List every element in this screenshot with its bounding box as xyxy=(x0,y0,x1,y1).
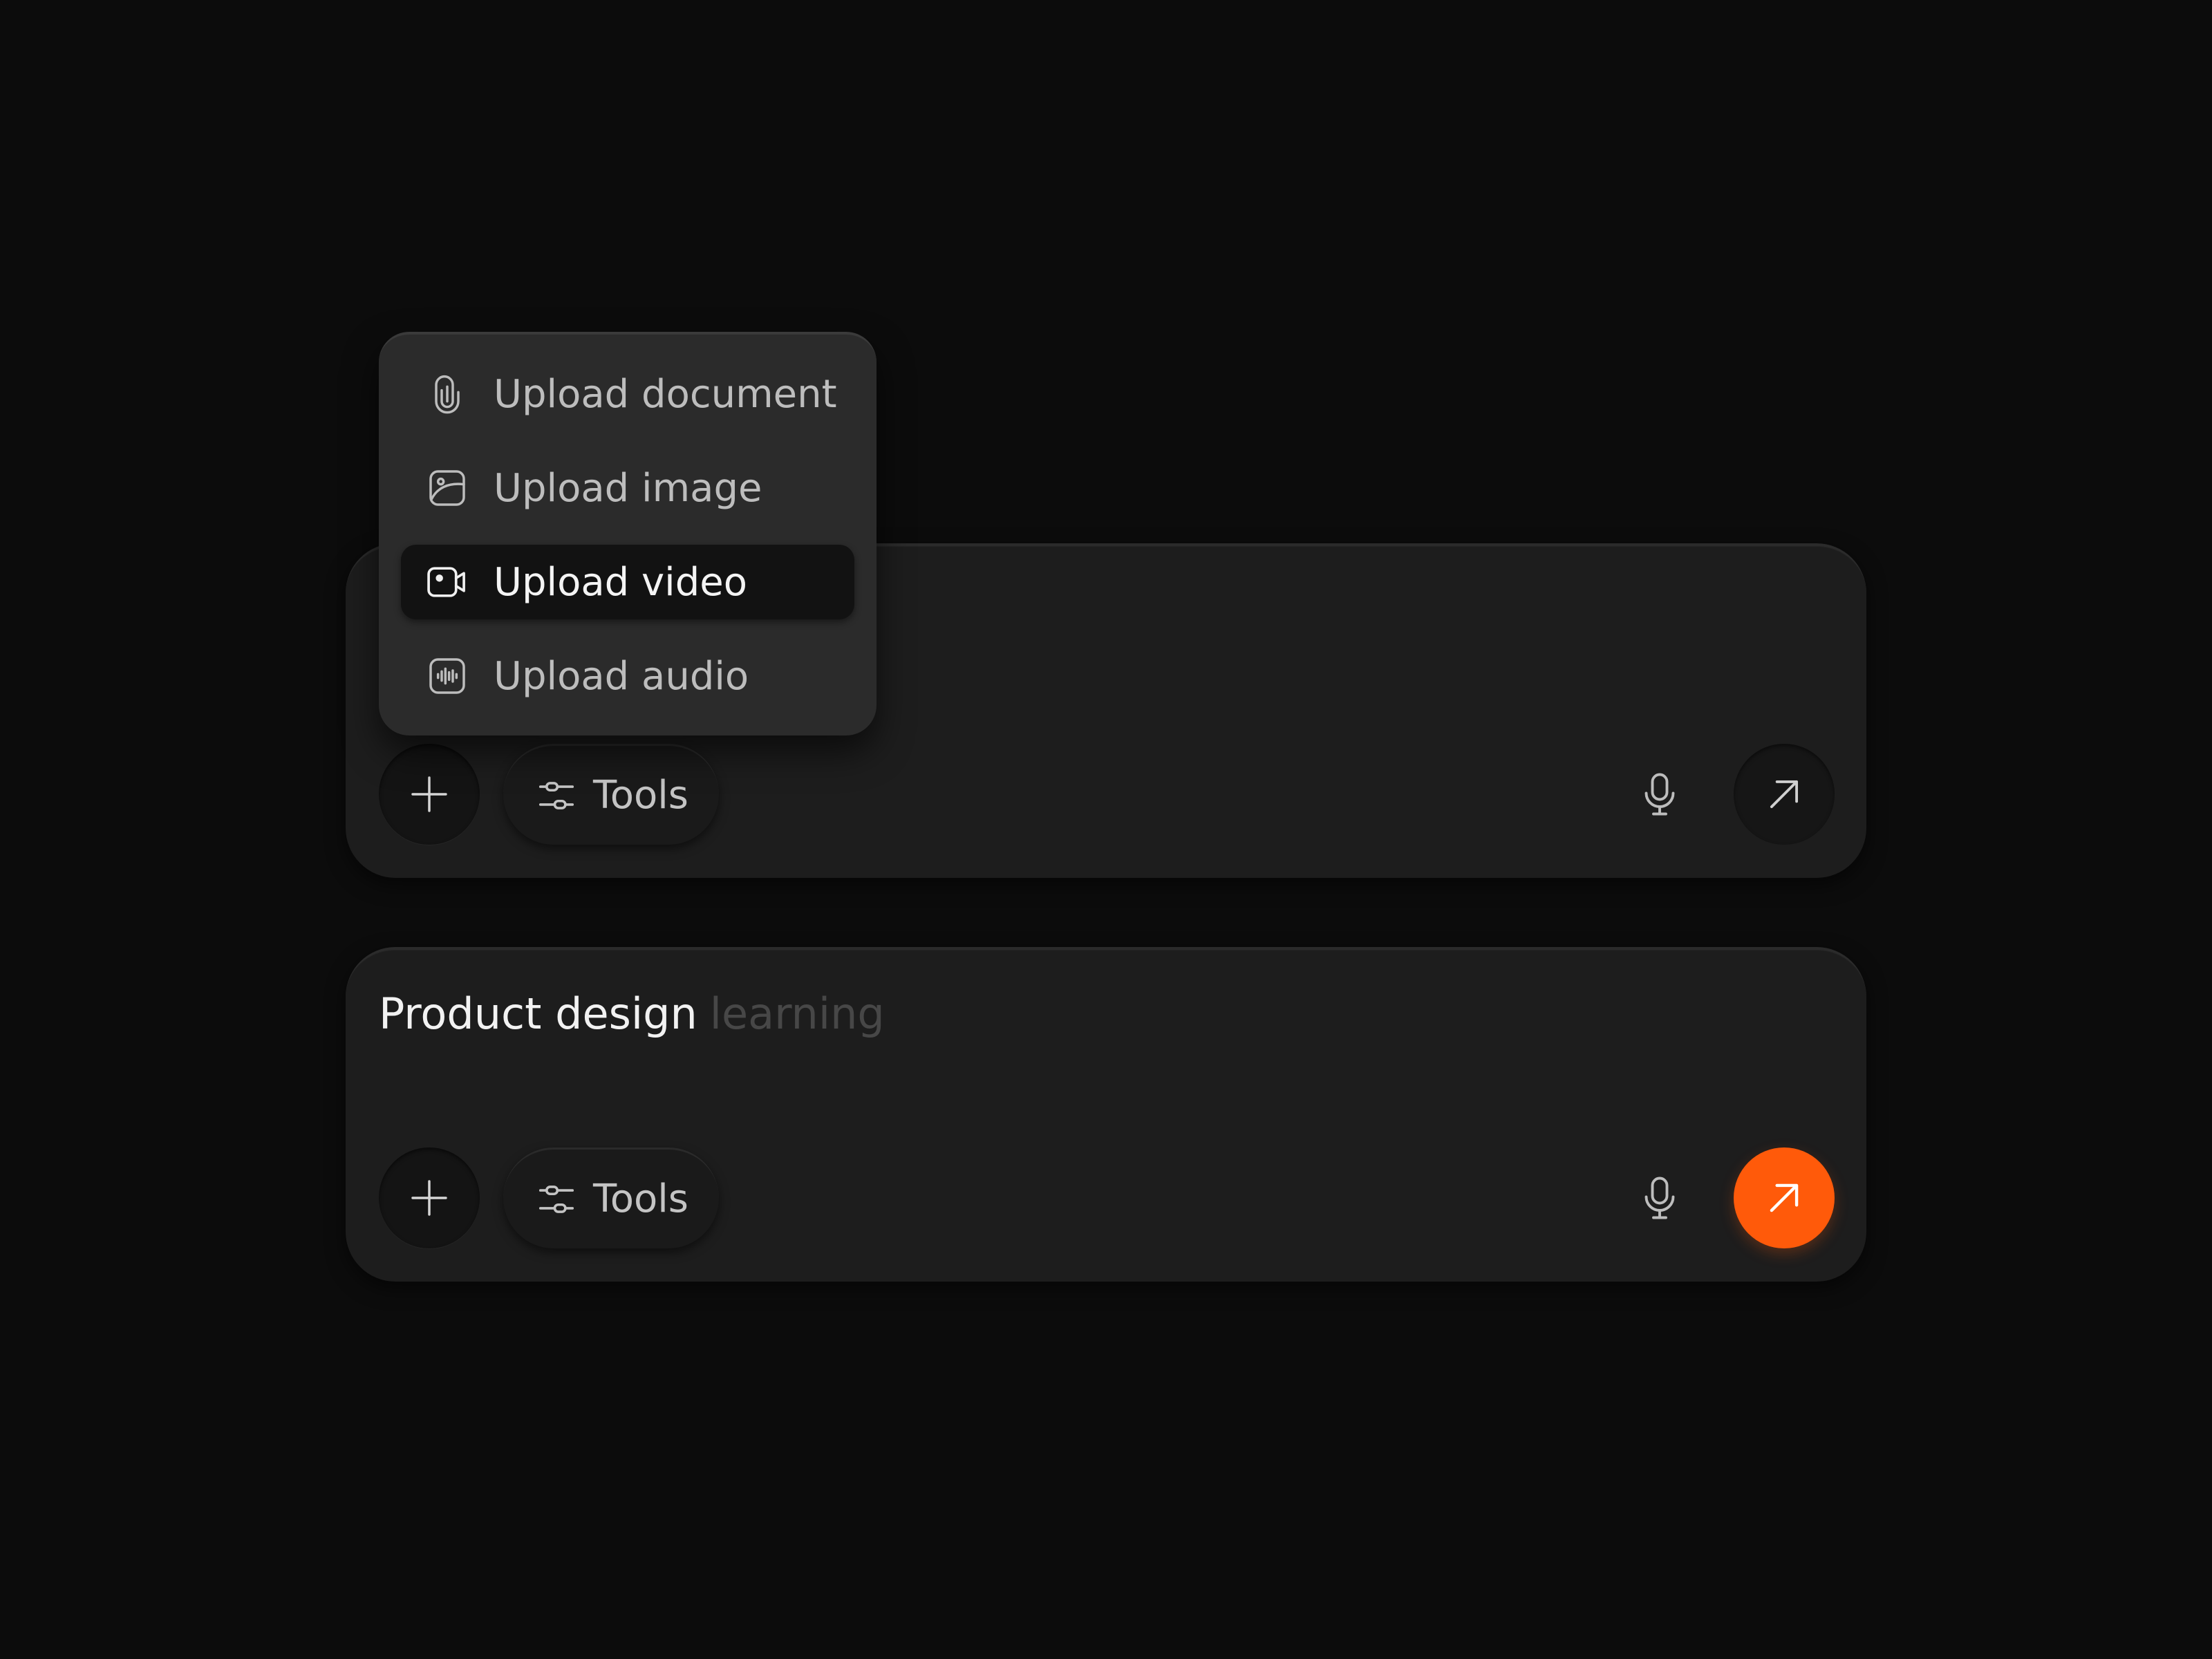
image-icon xyxy=(423,464,471,512)
menu-item-label: Upload audio xyxy=(494,653,749,699)
send-button[interactable] xyxy=(1734,744,1835,845)
voice-input-button[interactable] xyxy=(1609,1147,1710,1248)
plus-icon xyxy=(407,1176,451,1220)
composer-toolbar: Tools xyxy=(379,744,1835,845)
audio-wave-icon xyxy=(423,652,471,700)
send-button[interactable] xyxy=(1734,1147,1835,1248)
composer-toolbar: Tools xyxy=(379,1147,1835,1248)
menu-item-label: Upload document xyxy=(494,371,837,417)
tools-button[interactable]: Tools xyxy=(503,744,719,845)
prompt-autocomplete-suggestion: learning xyxy=(709,988,885,1039)
tools-button[interactable]: Tools xyxy=(503,1147,719,1248)
add-attachment-button[interactable] xyxy=(379,1147,480,1248)
tools-label: Tools xyxy=(593,1177,688,1221)
prompt-input[interactable]: Product design learning xyxy=(379,983,885,1045)
menu-item-label: Upload image xyxy=(494,465,762,511)
menu-item-upload-image[interactable]: Upload image xyxy=(401,451,854,525)
sliders-icon xyxy=(535,1178,578,1221)
voice-input-button[interactable] xyxy=(1609,744,1710,845)
stage: Tools Upload document Upload image Uploa… xyxy=(0,0,2212,1659)
microphone-icon xyxy=(1635,1173,1685,1223)
prompt-typed-text: Product design xyxy=(379,988,697,1039)
tools-label: Tools xyxy=(593,773,688,818)
upload-menu: Upload document Upload image Upload vide… xyxy=(379,332,877,735)
microphone-icon xyxy=(1635,769,1685,819)
menu-item-upload-audio[interactable]: Upload audio xyxy=(401,639,854,713)
menu-item-label: Upload video xyxy=(494,559,747,605)
arrow-up-right-icon xyxy=(1763,1177,1806,1219)
arrow-up-right-icon xyxy=(1763,773,1806,816)
add-attachment-button[interactable] xyxy=(379,744,480,845)
plus-icon xyxy=(407,772,451,816)
menu-item-upload-document[interactable]: Upload document xyxy=(401,357,854,431)
menu-item-upload-video[interactable]: Upload video xyxy=(401,545,854,619)
prompt-composer-bottom[interactable]: Product design learning Tools xyxy=(346,947,1866,1282)
paperclip-icon xyxy=(423,370,471,418)
sliders-icon xyxy=(535,774,578,817)
video-camera-icon xyxy=(423,558,471,606)
